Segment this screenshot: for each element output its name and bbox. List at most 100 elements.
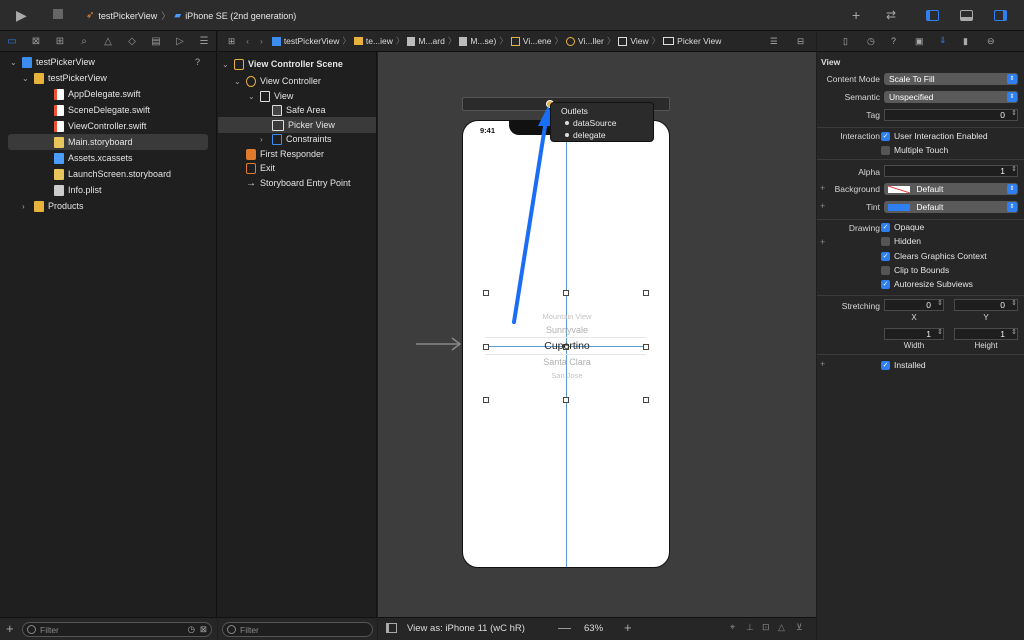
add-editor-icon[interactable]: ⊟ <box>797 36 804 47</box>
jump-item[interactable]: View <box>630 36 648 46</box>
chevron-right-icon[interactable]: › <box>22 202 30 211</box>
stretch-width-field[interactable]: 1 <box>884 328 944 340</box>
jump-item[interactable]: testPickerView <box>284 36 340 46</box>
zoom-out-button[interactable]: — <box>558 620 571 635</box>
stepper-icon[interactable]: ⇕ <box>1011 109 1017 117</box>
jump-item[interactable]: Vi...ller <box>578 36 604 46</box>
resize-handle[interactable] <box>483 397 489 403</box>
user-interaction-checkbox[interactable]: ✓ User Interaction Enabled <box>881 131 988 141</box>
grid-icon[interactable]: ⊞ <box>228 36 235 47</box>
zoom-in-button[interactable]: + <box>624 620 632 635</box>
folder-icon[interactable]: ▭ <box>6 36 18 47</box>
outline-item-view-controller[interactable]: ⌄ View Controller <box>234 73 321 89</box>
tree-item-file[interactable]: Info.plist <box>54 182 102 198</box>
scheme-selector[interactable]: ➶ testPickerView 〉 ▰ iPhone SE (2nd gene… <box>86 9 296 22</box>
file-inspector-icon[interactable]: ▯ <box>843 36 848 47</box>
identity-icon[interactable]: ▣ <box>915 36 924 47</box>
help-icon[interactable]: ? <box>891 36 896 46</box>
outlet-item[interactable]: delegate <box>565 130 606 140</box>
chevron-down-icon[interactable]: ⌄ <box>222 60 230 69</box>
alpha-field[interactable]: 1 <box>884 165 1018 177</box>
hidden-checkbox[interactable]: Hidden <box>881 236 921 246</box>
clears-graphics-context-checkbox[interactable]: ✓ Clears Graphics Context <box>881 251 987 261</box>
chevron-down-icon[interactable]: ⌄ <box>234 77 242 86</box>
embed-icon[interactable]: ⊻ <box>796 622 803 633</box>
warning-icon[interactable]: △ <box>102 36 114 47</box>
stretch-x-field[interactable]: 0 <box>884 299 944 311</box>
jump-item[interactable]: M...se) <box>470 36 496 46</box>
toggle-inspector-button[interactable] <box>994 10 1007 21</box>
outline-item-constraints[interactable]: › Constraints <box>260 131 332 147</box>
jump-item[interactable]: M...ard <box>418 36 444 46</box>
minimap-icon[interactable]: ☰ <box>770 36 778 47</box>
jump-item[interactable]: te...iew <box>366 36 393 46</box>
stepper-icon[interactable]: ⇕ <box>937 299 943 307</box>
code-review-icon[interactable]: ⇄ <box>886 8 896 22</box>
toggle-outline-icon[interactable] <box>386 623 397 633</box>
connections-icon[interactable]: ⊖ <box>987 36 995 47</box>
recent-files-icon[interactable]: ◷ <box>188 624 195 635</box>
add-constraints-icon[interactable]: ⊡ <box>762 622 770 633</box>
autoresize-subviews-checkbox[interactable]: ✓ Autoresize Subviews <box>881 279 973 289</box>
tree-item-group[interactable]: › Products <box>22 198 84 214</box>
add-library-button[interactable]: + <box>852 8 860 22</box>
tree-item-file[interactable]: ViewController.swift <box>54 118 146 134</box>
debug-icon[interactable]: ▤ <box>150 36 162 47</box>
back-button[interactable]: ‹ <box>246 36 249 46</box>
resolve-issues-icon[interactable]: △ <box>778 622 785 633</box>
attributes-icon[interactable]: ⇓ <box>939 35 947 46</box>
resize-handle[interactable] <box>563 397 569 403</box>
semantic-select[interactable]: Unspecified ⇕ <box>884 91 1018 103</box>
report-icon[interactable]: ☰ <box>198 36 210 47</box>
resize-handle[interactable] <box>563 290 569 296</box>
installed-checkbox[interactable]: ✓ Installed <box>881 360 926 370</box>
stepper-icon[interactable]: ⇕ <box>1011 328 1017 336</box>
resize-handle[interactable] <box>483 290 489 296</box>
tree-item-file[interactable]: LaunchScreen.storyboard <box>54 166 171 182</box>
tree-item-file[interactable]: Assets.xcassets <box>54 150 133 166</box>
outline-item-entry-point[interactable]: → Storyboard Entry Point <box>246 175 351 191</box>
stepper-icon[interactable]: ⇕ <box>1011 165 1017 173</box>
outlet-item[interactable]: dataSource <box>565 118 616 128</box>
breakpoint-icon[interactable]: ▷ <box>174 36 186 47</box>
clip-to-bounds-checkbox[interactable]: Clip to Bounds <box>881 265 949 275</box>
outline-item-exit[interactable]: Exit <box>246 160 275 176</box>
zoom-level[interactable]: 63% <box>584 623 603 634</box>
history-icon[interactable]: ◷ <box>867 36 875 47</box>
source-control-filter-icon[interactable]: ⊠ <box>200 624 207 635</box>
stepper-icon[interactable]: ⇕ <box>1011 299 1017 307</box>
resize-handle[interactable] <box>643 397 649 403</box>
toggle-debug-area-button[interactable] <box>960 10 973 21</box>
add-variation-button[interactable]: + <box>820 237 825 247</box>
navigator-filter-input[interactable]: Filter ◷ ⊠ <box>22 622 212 637</box>
multiple-touch-checkbox[interactable]: Multiple Touch <box>881 145 948 155</box>
add-variation-button[interactable]: + <box>820 359 825 369</box>
outline-item-scene[interactable]: ⌄ View Controller Scene <box>222 56 343 72</box>
chevron-down-icon[interactable]: ⌄ <box>22 74 30 83</box>
chevron-down-icon[interactable]: ⌄ <box>10 58 18 67</box>
stop-button[interactable] <box>53 9 63 19</box>
view-as-label[interactable]: View as: iPhone 11 (wC hR) <box>407 623 525 634</box>
stepper-icon[interactable]: ⇕ <box>937 328 943 336</box>
stretch-height-field[interactable]: 1 <box>954 328 1018 340</box>
jump-item[interactable]: Vi...ene <box>523 36 552 46</box>
add-icon[interactable]: + <box>6 621 14 636</box>
align-icon[interactable]: ⊥ <box>746 622 754 633</box>
run-button[interactable]: ▶ <box>16 8 27 22</box>
jump-item[interactable]: Picker View <box>677 36 721 46</box>
opaque-checkbox[interactable]: ✓ Opaque <box>881 222 924 232</box>
forward-button[interactable]: › <box>260 36 263 46</box>
symbol-icon[interactable]: ⊞ <box>54 36 66 47</box>
tree-item-file-selected[interactable]: Main.storyboard <box>8 134 208 150</box>
update-frames-icon[interactable]: ⌖ <box>730 622 735 633</box>
tree-item-file[interactable]: SceneDelegate.swift <box>54 102 150 118</box>
test-icon[interactable]: ◇ <box>126 36 138 47</box>
tag-field[interactable]: 0 <box>884 109 1018 121</box>
outline-item-safe-area[interactable]: Safe Area <box>272 102 326 118</box>
chevron-down-icon[interactable]: ⌄ <box>248 92 256 101</box>
toggle-navigator-button[interactable] <box>926 10 939 21</box>
chevron-right-icon[interactable]: › <box>260 135 268 144</box>
tree-item-group[interactable]: ⌄ testPickerView <box>22 70 107 86</box>
background-select[interactable]: Default ⇕ <box>884 183 1018 195</box>
resize-handle[interactable] <box>643 290 649 296</box>
